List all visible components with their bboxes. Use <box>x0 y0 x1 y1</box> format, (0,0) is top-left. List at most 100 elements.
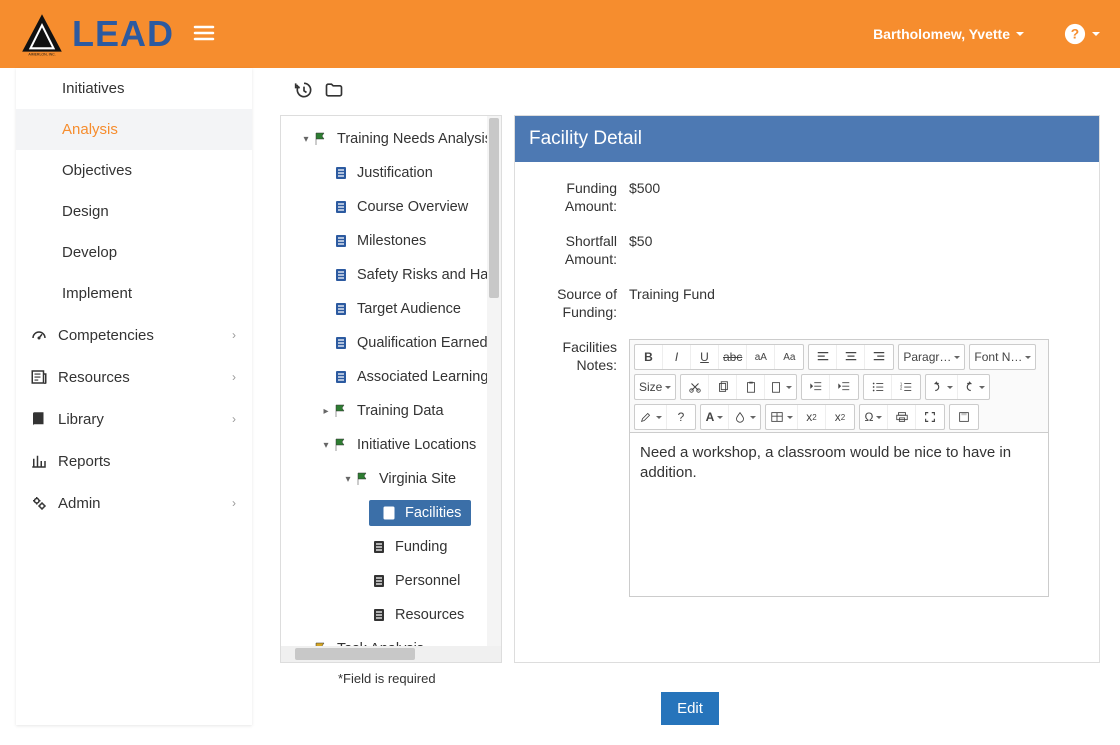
superscript-button[interactable]: x2 <box>826 405 854 429</box>
tree-icon <box>369 573 389 589</box>
caret-down-icon <box>1016 32 1024 36</box>
font-dropdown[interactable]: Font N… <box>970 345 1035 369</box>
italic-button[interactable]: I <box>663 345 691 369</box>
align-right-button[interactable] <box>865 345 893 369</box>
redo-button[interactable] <box>958 375 989 399</box>
tree-icon <box>331 335 351 351</box>
tree-icon <box>331 301 351 317</box>
tree-virginia-site[interactable]: ▾Virginia Site <box>281 462 502 496</box>
book-icon <box>28 410 50 428</box>
sidebar-item-objectives[interactable]: Objectives <box>16 150 252 191</box>
save-button[interactable] <box>950 405 978 429</box>
undo-button[interactable] <box>926 375 958 399</box>
tree-icon <box>331 403 351 419</box>
paste-dropdown[interactable] <box>765 375 796 399</box>
fullscreen-button[interactable] <box>916 405 944 429</box>
hamburger-menu-icon[interactable] <box>192 21 216 48</box>
tree-root[interactable]: ▾Training Needs Analysis <box>281 122 502 156</box>
notes-textarea[interactable]: Need a workshop, a classroom would be ni… <box>630 432 1048 596</box>
outdent-button[interactable] <box>802 375 830 399</box>
svg-text:AIMERLON, INC.: AIMERLON, INC. <box>28 52 55 56</box>
tree-icon <box>311 131 331 147</box>
tree-vertical-scrollbar[interactable] <box>487 116 501 646</box>
chart-icon <box>28 452 50 470</box>
brand-text: LEAD <box>72 13 174 55</box>
funding-amount-value: $500 <box>629 180 1085 215</box>
tree-icon <box>331 199 351 215</box>
user-dropdown[interactable]: Bartholomew, Yvette <box>873 26 1024 42</box>
bg-color-button[interactable] <box>729 405 760 429</box>
tree-doc-associated-learning-e[interactable]: Associated Learning E <box>281 360 502 394</box>
case-button[interactable]: Aa <box>775 345 803 369</box>
align-left-button[interactable] <box>809 345 837 369</box>
required-note: *Field is required <box>280 663 1100 686</box>
sidebar-section-library[interactable]: Library› <box>16 398 252 440</box>
tree-icon <box>331 437 351 453</box>
sidebar-item-develop[interactable]: Develop <box>16 232 252 273</box>
align-center-button[interactable] <box>837 345 865 369</box>
sidebar-item-implement[interactable]: Implement <box>16 273 252 314</box>
news-icon <box>28 368 50 386</box>
gears-icon <box>28 494 50 512</box>
sidebar-section-competencies[interactable]: Competencies› <box>16 314 252 356</box>
tree-icon <box>353 471 373 487</box>
folder-icon[interactable] <box>324 80 344 103</box>
shortfall-amount-value: $50 <box>629 233 1085 268</box>
table-button[interactable] <box>766 405 798 429</box>
tree-facilities[interactable]: Facilities <box>281 496 502 530</box>
sidebar: InitiativesAnalysisObjectivesDesignDevel… <box>16 68 252 725</box>
paste-button[interactable] <box>737 375 765 399</box>
sidebar-section-admin[interactable]: Admin› <box>16 482 252 524</box>
help-editor-button[interactable]: ? <box>667 405 695 429</box>
tree-doc-qualification-earned[interactable]: Qualification Earned <box>281 326 502 360</box>
tree-funding[interactable]: Funding <box>281 530 502 564</box>
app-header: AIMERLON, INC. LEAD Bartholomew, Yvette … <box>0 0 1120 68</box>
sidebar-section-reports[interactable]: Reports <box>16 440 252 482</box>
symbol-button[interactable]: Ω <box>860 405 888 429</box>
underline-button[interactable]: U <box>691 345 719 369</box>
funding-amount-label: Funding Amount: <box>529 180 629 215</box>
logo-group: AIMERLON, INC. LEAD <box>20 12 174 56</box>
sidebar-item-initiatives[interactable]: Initiatives <box>16 68 252 109</box>
uppercase-button[interactable]: aA <box>747 345 775 369</box>
highlight-button[interactable] <box>635 405 667 429</box>
tree-horizontal-scrollbar[interactable] <box>281 646 501 662</box>
subscript-button[interactable]: x2 <box>798 405 826 429</box>
cut-button[interactable] <box>681 375 709 399</box>
tree-initiative-locations[interactable]: ▾Initiative Locations <box>281 428 502 462</box>
history-icon[interactable] <box>294 80 314 103</box>
tree-doc-target-audience[interactable]: Target Audience <box>281 292 502 326</box>
facilities-notes-label: Facilities Notes: <box>529 339 629 597</box>
bullet-list-button[interactable] <box>864 375 892 399</box>
shortfall-amount-label: Shortfall Amount: <box>529 233 629 268</box>
detail-title: Facility Detail <box>515 116 1099 162</box>
edit-button[interactable]: Edit <box>661 692 719 725</box>
tree-icon <box>331 267 351 283</box>
sidebar-item-analysis[interactable]: Analysis <box>16 109 252 150</box>
sidebar-section-resources[interactable]: Resources› <box>16 356 252 398</box>
tree-doc-milestones[interactable]: Milestones <box>281 224 502 258</box>
help-dropdown[interactable]: ? <box>1064 23 1100 45</box>
copy-button[interactable] <box>709 375 737 399</box>
bold-button[interactable]: B <box>635 345 663 369</box>
user-name: Bartholomew, Yvette <box>873 26 1010 42</box>
sidebar-item-design[interactable]: Design <box>16 191 252 232</box>
chevron-right-icon: › <box>232 370 236 384</box>
main-content: ▾Training Needs AnalysisJustificationCou… <box>252 68 1120 725</box>
strike-button[interactable]: abc <box>719 345 747 369</box>
doc-icon <box>379 505 399 521</box>
tree-doc-justification[interactable]: Justification <box>281 156 502 190</box>
number-list-button[interactable]: 12 <box>892 375 920 399</box>
tree-doc-safety-risks-and-haza[interactable]: Safety Risks and Haza <box>281 258 502 292</box>
size-dropdown[interactable]: Size <box>635 375 675 399</box>
tree-resources[interactable]: Resources <box>281 598 502 632</box>
font-color-button[interactable]: A <box>701 405 729 429</box>
svg-text:?: ? <box>1071 27 1079 42</box>
tree-doc-course-overview[interactable]: Course Overview <box>281 190 502 224</box>
indent-button[interactable] <box>830 375 858 399</box>
tree-personnel[interactable]: Personnel <box>281 564 502 598</box>
triangle-logo-icon: AIMERLON, INC. <box>20 12 64 56</box>
print-button[interactable] <box>888 405 916 429</box>
paragraph-dropdown[interactable]: Paragr… <box>899 345 964 369</box>
tree-training-data[interactable]: ▸Training Data <box>281 394 502 428</box>
